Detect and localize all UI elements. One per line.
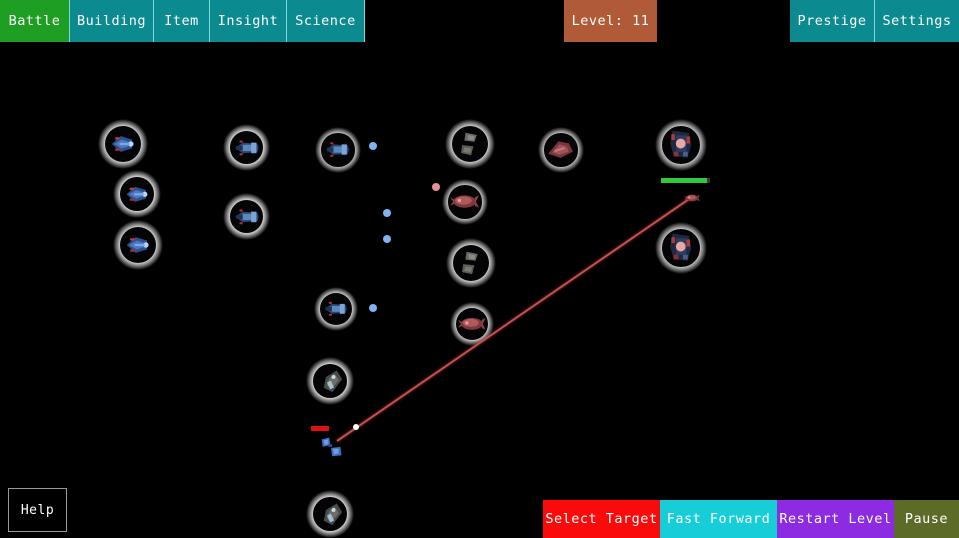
battle-unit-ally-ship-3[interactable] <box>113 220 163 270</box>
ship-sprite-gray-hull <box>323 503 342 525</box>
battle-unit-enemy-ship-2[interactable] <box>442 179 488 225</box>
ship-sprite-blue-cruiser <box>325 302 347 316</box>
projectile-ally-projectile-2 <box>383 209 391 217</box>
help-button[interactable]: Help <box>8 488 67 532</box>
projectile-ally-projectile-4 <box>369 304 377 312</box>
ship-sprite-gray-debris <box>461 132 477 156</box>
unit-body <box>229 130 264 165</box>
battle-unit-ally-ship-8[interactable] <box>306 357 354 405</box>
unit-body <box>119 176 155 212</box>
unit-body <box>312 496 348 532</box>
unit-body <box>452 126 488 162</box>
projectile-enemy-projectile-1 <box>432 183 440 191</box>
ship-sprite-blue-cruiser <box>234 209 259 224</box>
ship-sprite-blue-fighter <box>111 136 134 152</box>
unit-body <box>321 133 355 167</box>
action-button-fast-forward[interactable]: Fast Forward <box>660 500 777 538</box>
nav-tab-label: Science <box>295 13 356 29</box>
ship-sprite-red-wing <box>548 141 574 159</box>
nav-tab-item[interactable]: Item <box>154 0 210 42</box>
nav-tab-building[interactable]: Building <box>70 0 154 42</box>
battle-unit-ally-ship-5[interactable] <box>223 193 270 240</box>
nav-tab-label: Building <box>76 13 147 29</box>
action-button-pause[interactable]: Pause <box>894 500 959 538</box>
battle-unit-enemy-ship-5[interactable] <box>538 127 584 173</box>
battle-unit-ally-ship-2[interactable] <box>113 170 161 218</box>
ship-sprite-red-crab <box>684 194 700 202</box>
ship-sprite-red-crab <box>450 195 480 209</box>
nav-tab-battle[interactable]: Battle <box>0 0 70 42</box>
ship-sprite-blue-fighter <box>126 186 148 202</box>
laser-beam <box>336 196 693 442</box>
nav-tab-label: Prestige <box>797 13 867 29</box>
unit-body <box>662 126 700 164</box>
nav-tab-insight[interactable]: Insight <box>210 0 287 42</box>
nav-tab-label: Item <box>164 13 199 29</box>
battle-unit-enemy-raider[interactable] <box>681 189 703 207</box>
battle-unit-enemy-ship-1[interactable] <box>445 119 495 169</box>
action-button-label: Select Target <box>545 511 658 527</box>
ship-sprite-blue-cruiser <box>326 142 350 158</box>
nav-tab-label: Insight <box>217 13 279 29</box>
battle-unit-ally-ship-7[interactable] <box>314 287 358 331</box>
nav-tab-label: Battle <box>8 13 61 29</box>
level-indicator: Level: 11 <box>564 0 657 42</box>
ship-sprite-red-boss <box>670 130 692 158</box>
ship-sprite-gray-debris <box>462 251 478 275</box>
battle-unit-ally-ship-9[interactable] <box>306 490 354 538</box>
health-bar-enemy-boss-hp <box>661 178 710 183</box>
level-indicator-label: Level: 11 <box>571 13 650 29</box>
nav-tab-prestige[interactable]: Prestige <box>790 0 875 42</box>
unit-body <box>105 126 141 162</box>
action-button-label: Fast Forward <box>666 511 771 527</box>
unit-body <box>320 293 352 325</box>
nav-tab-science[interactable]: Science <box>287 0 365 42</box>
battle-unit-enemy-ship-4[interactable] <box>450 302 494 346</box>
unit-body <box>456 308 488 340</box>
battle-unit-ally-ship-6[interactable] <box>315 127 361 173</box>
unit-body <box>448 185 482 219</box>
projectile-ally-projectile-3 <box>383 235 391 243</box>
health-bar-fill <box>661 178 708 183</box>
battle-unit-enemy-ship-3[interactable] <box>446 238 496 288</box>
ship-sprite-blue-fighter <box>126 237 149 253</box>
top-nav-bar: Battle Building Item Insight Science Level: 1… <box>0 0 959 42</box>
battle-unit-enemy-ship-7[interactable] <box>655 222 707 274</box>
unit-body <box>312 363 348 399</box>
battle-unit-ally-ship-1[interactable] <box>98 119 148 169</box>
action-button-label: Restart Level <box>779 511 892 527</box>
unit-body <box>229 199 264 234</box>
unit-body <box>120 227 156 263</box>
unit-body <box>544 133 578 167</box>
ally-wreck-debris <box>321 437 342 457</box>
unit-body <box>453 245 489 281</box>
action-button-restart-level[interactable]: Restart Level <box>777 500 894 538</box>
battlefield[interactable] <box>0 42 959 538</box>
nav-tab-settings[interactable]: Settings <box>875 0 959 42</box>
battle-unit-enemy-ship-6[interactable] <box>655 119 707 171</box>
beam-impact-spark <box>353 424 359 430</box>
nav-tab-label: Settings <box>882 13 952 29</box>
game-screen: Battle Building Item Insight Science Level: 1… <box>0 0 959 538</box>
ship-sprite-red-boss <box>670 233 692 261</box>
action-button-label: Pause <box>904 511 949 527</box>
ship-sprite-red-crab <box>458 318 486 330</box>
projectile-ally-projectile-1 <box>369 142 377 150</box>
ship-sprite-blue-cruiser <box>234 140 259 155</box>
action-button-select-target[interactable]: Select Target <box>543 500 660 538</box>
help-button-label: Help <box>20 502 55 518</box>
battle-unit-ally-ship-4[interactable] <box>223 124 270 171</box>
ship-sprite-gray-hull <box>323 370 342 392</box>
unit-body <box>662 229 700 267</box>
